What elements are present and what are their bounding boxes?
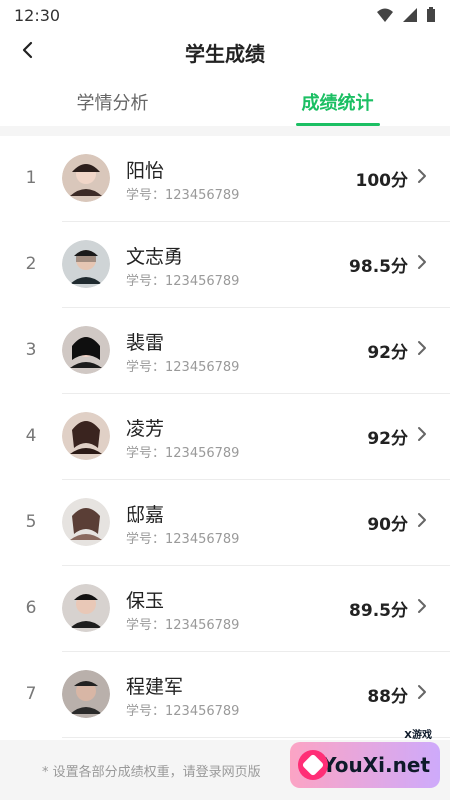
rank-number: 5 [25, 512, 37, 532]
status-bar: 12:30 [0, 0, 450, 30]
avatar [62, 154, 110, 202]
section-divider [0, 126, 450, 136]
student-score: 92分 [367, 429, 408, 449]
avatar [62, 498, 110, 546]
avatar [62, 240, 110, 288]
chevron-right-icon [418, 513, 426, 527]
rank-number: 7 [25, 684, 37, 704]
student-row[interactable]: 3 裴雷 学号：123456789 92分 [0, 308, 450, 394]
tab-learning-analysis[interactable]: 学情分析 [0, 78, 225, 126]
rank-number: 1 [25, 168, 37, 188]
student-score: 98.5分 [349, 257, 408, 277]
status-time: 12:30 [14, 5, 61, 25]
tab-label: 成绩统计 [301, 93, 374, 114]
chevron-right-icon [418, 341, 426, 355]
chevron-right-icon [418, 685, 426, 699]
student-id: 学号：123456789 [126, 360, 240, 375]
student-name: 凌芳 [126, 418, 165, 440]
rank-number: 2 [25, 254, 37, 274]
tab-score-stats[interactable]: 成绩统计 [225, 78, 450, 126]
student-score: 88分 [367, 687, 408, 707]
student-id: 学号：123456789 [126, 618, 240, 633]
page-title: 学生成绩 [185, 41, 265, 66]
gamepad-icon [298, 750, 328, 780]
student-id: 学号：123456789 [126, 446, 240, 461]
student-name: 邸嘉 [126, 504, 165, 526]
student-score: 100分 [355, 171, 409, 191]
student-row[interactable]: 7 程建军 学号：123456789 88分 [0, 652, 450, 738]
avatar [62, 670, 110, 718]
rank-number: 4 [25, 426, 37, 446]
student-name: 程建军 [126, 676, 184, 698]
student-name: 裴雷 [126, 332, 165, 354]
status-icons [376, 7, 436, 23]
student-row[interactable]: 1 阳怡 学号：123456789 100分 [0, 136, 450, 222]
student-id: 学号：123456789 [126, 532, 240, 547]
student-row[interactable]: 4 凌芳 学号：123456789 92分 [0, 394, 450, 480]
student-score: 89.5分 [349, 601, 408, 621]
wifi-icon [377, 8, 393, 22]
student-id: 学号：123456789 [126, 274, 240, 289]
signal-icon [403, 8, 417, 22]
back-button[interactable] [16, 38, 40, 62]
avatar [62, 326, 110, 374]
back-icon [22, 41, 33, 59]
chevron-right-icon [418, 255, 426, 269]
student-name: 文志勇 [126, 246, 184, 268]
student-name: 阳怡 [126, 160, 165, 182]
chevron-right-icon [418, 169, 426, 183]
tab-bar: 学情分析 成绩统计 [0, 78, 450, 126]
student-row[interactable]: 5 邸嘉 学号：123456789 90分 [0, 480, 450, 566]
chevron-right-icon [418, 599, 426, 613]
chevron-right-icon [418, 427, 426, 441]
footer-text: * 设置各部分成绩权重，请登录网页版 [42, 764, 261, 780]
avatar [62, 584, 110, 632]
header: 学生成绩 [0, 30, 450, 74]
student-row[interactable]: 2 文志勇 学号：123456789 98.5分 [0, 222, 450, 308]
student-row[interactable]: 6 保玉 学号：123456789 89.5分 [0, 566, 450, 652]
student-list: 1 阳怡 学号：123456789 100分 2 文志勇 学号：12345678… [0, 136, 450, 738]
rank-number: 6 [25, 598, 37, 618]
student-id: 学号：123456789 [126, 704, 240, 719]
tab-label: 学情分析 [76, 93, 149, 114]
avatar [62, 412, 110, 460]
student-id: 学号：123456789 [126, 188, 240, 203]
student-score: 92分 [367, 343, 408, 363]
watermark-small-text: X游戏 [404, 730, 432, 741]
battery-icon [427, 7, 435, 22]
student-name: 保玉 [126, 590, 165, 612]
watermark-badge: X游戏 XYouXi.net [290, 730, 440, 788]
student-score: 90分 [367, 515, 408, 535]
rank-number: 3 [25, 340, 37, 360]
